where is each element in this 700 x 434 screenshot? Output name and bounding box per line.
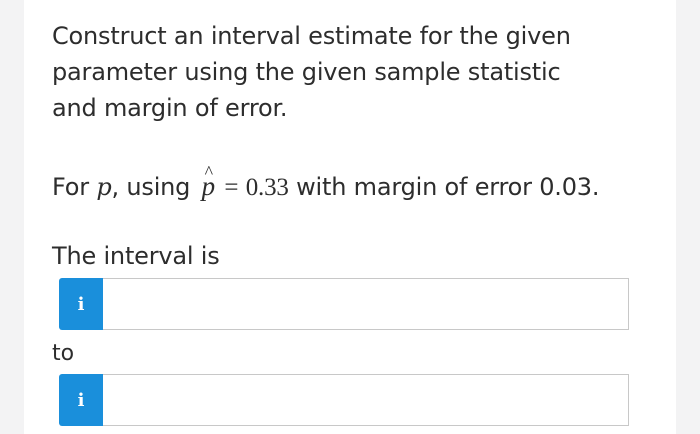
to-label: to [52,341,75,366]
statistic-value: 0.33 [245,174,289,201]
info-icon: i [77,389,85,411]
using-text: , using [111,173,191,201]
info-button-lower[interactable]: i [59,278,103,330]
lower-bound-row: i [59,278,629,330]
equals-sign: = [224,174,239,201]
parameter-symbol: p [96,173,112,201]
sentence-period: . [591,173,600,201]
question-prompt: Construct an interval estimate for the g… [52,22,571,122]
hat-accent: ^ [204,162,213,182]
given-prefix: For [52,173,89,201]
info-button-upper[interactable]: i [59,374,103,426]
given-statement: For p, using ^ p = 0.33 with margin of er… [52,162,600,206]
info-icon: i [77,293,85,315]
question-card: Construct an interval estimate for the g… [24,0,676,434]
upper-bound-input[interactable] [103,374,629,426]
upper-bound-row: i [59,374,629,426]
lower-bound-input[interactable] [103,278,629,330]
interval-label: The interval is [52,242,220,270]
sample-proportion-symbol: ^ p [202,162,216,206]
margin-text: with margin of error 0.03 [296,173,592,201]
